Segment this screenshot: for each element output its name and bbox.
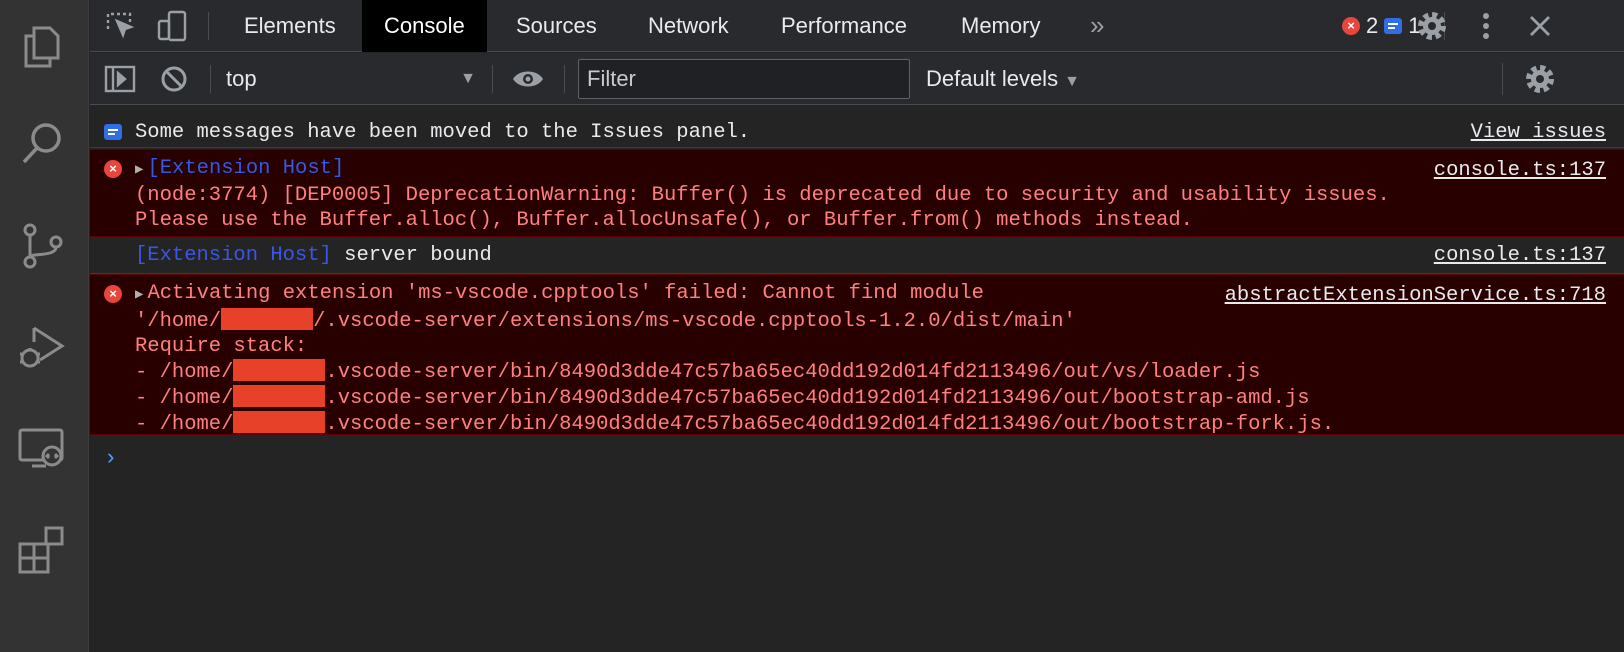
message-body: ▶ Activating extension 'ms-vscode.cpptool… [135,281,1334,437]
expand-triangle-icon[interactable]: ▶ [135,287,143,303]
context-select[interactable]: top ▼ [226,63,486,95]
error-message-activation-failed: × ▶ Activating extension 'ms-vscode.cppto… [90,274,1624,437]
run-debug-icon[interactable] [14,318,70,374]
extension-host-tag: [Extension Host] [135,244,332,267]
remote-explorer-icon[interactable] [14,420,70,476]
console-messages: Some messages have been moved to the Iss… [90,106,1624,652]
message-body: [Extension Host] server bound [135,243,492,268]
error-icon: × [1342,17,1360,35]
error-icon: × [104,160,122,178]
dropdown-arrow-icon: ▼ [1064,73,1080,90]
error-icon: × [104,285,122,303]
stack-prefix: - /home/ [135,387,234,410]
source-link[interactable]: abstractExtensionService.ts:718 [1225,283,1606,308]
separator [1502,63,1503,95]
tab-sources[interactable]: Sources [494,0,619,52]
expand-triangle-icon[interactable]: ▶ [135,162,143,178]
stack-path: .vscode-server/bin/8490d3dde47c57ba65ec4… [325,413,1335,436]
tab-bar: Elements Console Sources Network Perform… [90,0,1624,52]
message-text: server bound [331,244,492,267]
log-levels-label: Default levels [926,66,1059,91]
stack-prefix: - /home/ [135,361,234,384]
context-value: top [226,66,257,91]
error-message-deprecation: × ▶ [Extension Host] (node:3774) [DEP0005… [90,149,1624,237]
path-suffix: /.vscode-server/extensions/ms-vscode.cpp… [313,310,1076,333]
extension-host-tag: [Extension Host] [147,157,345,180]
inspect-element-icon[interactable] [102,8,138,44]
tab-performance[interactable]: Performance [759,0,929,52]
search-icon[interactable] [14,116,70,172]
filter-input[interactable] [578,59,910,99]
message-line: Activating extension 'ms-vscode.cpptools… [147,282,984,305]
source-link[interactable]: console.ts:137 [1434,158,1606,183]
path-prefix: '/home/ [135,310,222,333]
separator [210,65,211,93]
issue-icon [1384,18,1403,34]
more-tabs-icon[interactable]: » [1090,0,1104,52]
tab-network[interactable]: Network [626,0,751,52]
activity-bar [0,0,89,652]
tab-console[interactable]: Console [362,0,487,52]
message-text: Some messages have been moved to the Iss… [135,121,751,144]
console-settings-gear-icon[interactable] [1522,61,1558,97]
redacted-username [233,411,326,433]
console-prompt[interactable]: › [104,446,117,471]
settings-gear-icon[interactable] [1414,8,1450,44]
source-link[interactable]: console.ts:137 [1434,243,1606,268]
stack-path: .vscode-server/bin/8490d3dde47c57ba65ec4… [325,361,1261,384]
live-expression-eye-icon[interactable] [510,61,546,97]
log-message-server-bound: [Extension Host] server bound console.ts… [90,237,1624,274]
kebab-menu-icon[interactable] [1468,8,1504,44]
tab-memory[interactable]: Memory [939,0,1062,52]
console-toolbar: top ▼ Default levels ▼ [90,53,1624,105]
stack-prefix: - /home/ [135,413,234,436]
tab-elements[interactable]: Elements [222,0,358,52]
issues-badge[interactable]: × 2 1 [1342,12,1421,40]
sidebar-toggle-icon[interactable] [102,61,138,97]
source-control-icon[interactable] [14,218,70,274]
error-count: 2 [1366,13,1379,38]
info-message-icon [104,124,122,140]
stack-path: .vscode-server/bin/8490d3dde47c57ba65ec4… [325,387,1310,410]
view-issues-link[interactable]: View issues [1471,120,1606,145]
devtools-panel: Elements Console Sources Network Perform… [90,0,1624,652]
redacted-username [221,308,314,330]
dropdown-arrow-icon: ▼ [460,70,476,87]
redacted-username [233,385,326,407]
explorer-icon[interactable] [14,18,70,74]
log-levels-dropdown[interactable]: Default levels ▼ [926,63,1080,95]
separator [564,65,565,93]
separator [208,12,209,40]
extensions-icon[interactable] [14,520,70,576]
message-line: Require stack: [135,335,308,358]
issues-moved-message: Some messages have been moved to the Iss… [90,112,1624,148]
separator [492,65,493,93]
close-icon[interactable] [1522,8,1558,44]
redacted-username [233,359,326,381]
message-line: Please use the Buffer.alloc(), Buffer.al… [135,209,1193,232]
clear-console-icon[interactable] [156,61,192,97]
message-line: (node:3774) [DEP0005] DeprecationWarning… [135,184,1390,207]
device-toolbar-icon[interactable] [154,8,190,44]
message-body: ▶ [Extension Host] (node:3774) [DEP0005] … [135,156,1390,233]
